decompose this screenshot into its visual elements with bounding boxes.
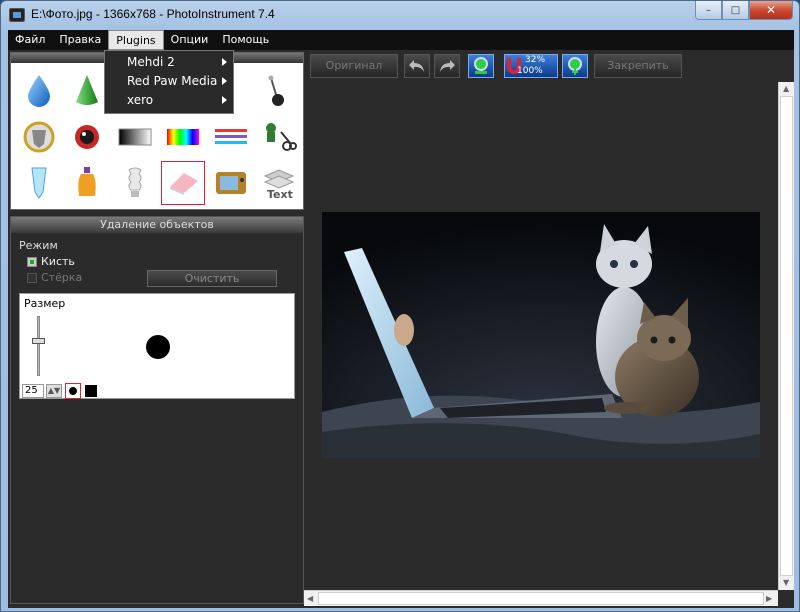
brush-label[interactable]: Кисть xyxy=(41,255,75,268)
text-tool-label: Text xyxy=(267,188,293,200)
scroll-up-icon[interactable]: ▲ xyxy=(783,84,789,93)
mode-label: Режим xyxy=(19,239,58,252)
size-value-input[interactable]: 25 xyxy=(22,384,44,398)
submenu-arrow-icon xyxy=(222,96,227,104)
window-controls: – □ ✕ xyxy=(695,1,793,20)
plugin-item-red-paw-media[interactable]: Red Paw Media xyxy=(105,72,233,91)
app-icon[interactable] xyxy=(9,8,25,22)
lens-icon[interactable] xyxy=(65,115,109,159)
bulb-icon[interactable] xyxy=(113,161,157,205)
client-area: Файл Правка Plugins Опции Помощь Mehdi 2… xyxy=(8,30,794,608)
close-button[interactable]: ✕ xyxy=(749,1,793,20)
square-brush-icon[interactable] xyxy=(85,385,97,397)
lines-icon[interactable] xyxy=(209,115,253,159)
tv-icon[interactable] xyxy=(209,161,253,205)
cone-icon[interactable] xyxy=(65,69,109,113)
horizontal-scroll-thumb[interactable] xyxy=(318,592,764,605)
redo-arrow-icon[interactable] xyxy=(434,54,460,78)
pin-button[interactable]: Закрепить xyxy=(594,54,682,78)
spectrum-icon[interactable] xyxy=(161,115,205,159)
zoom-readout[interactable]: 32% 100% xyxy=(504,54,558,78)
shield-icon[interactable] xyxy=(17,115,61,159)
scroll-right-icon[interactable]: ▶ xyxy=(766,594,772,603)
size-slider-handle[interactable] xyxy=(32,338,45,344)
size-slider-track[interactable] xyxy=(37,316,40,376)
brush-checkbox[interactable] xyxy=(27,257,37,267)
vertical-scroll-thumb[interactable] xyxy=(780,96,793,576)
title-bar[interactable]: E:\Фото.jpg - 1366x768 - PhotoInstrument… xyxy=(1,1,799,29)
scroll-left-icon[interactable]: ◀ xyxy=(307,594,313,603)
plugin-item-label: Mehdi 2 xyxy=(127,55,175,69)
window-title: E:\Фото.jpg - 1366x768 - PhotoInstrument… xyxy=(31,7,275,21)
image-canvas[interactable] xyxy=(304,82,778,590)
minimize-button[interactable]: – xyxy=(695,1,722,20)
text-layers-icon[interactable]: Text xyxy=(257,161,301,205)
gradient-icon[interactable] xyxy=(113,115,157,159)
brush-size-box: Размер 25 ▲▼ xyxy=(19,293,295,399)
tube-icon[interactable] xyxy=(17,161,61,205)
size-spinner[interactable]: ▲▼ xyxy=(46,384,62,398)
zoom-in-icon[interactable] xyxy=(562,54,588,78)
zoom-percent-bottom: 100% xyxy=(517,66,543,76)
plugin-item-xero[interactable]: xero xyxy=(105,91,233,110)
menu-file[interactable]: Файл xyxy=(8,30,52,50)
plugins-dropdown: Mehdi 2 Red Paw Media xero xyxy=(104,50,234,114)
round-brush-icon[interactable] xyxy=(65,383,81,399)
submenu-arrow-icon xyxy=(222,58,227,66)
app-window: E:\Фото.jpg - 1366x768 - PhotoInstrument… xyxy=(0,0,800,612)
vertical-scrollbar[interactable]: ▲ ▼ xyxy=(778,82,794,590)
bottle-icon[interactable] xyxy=(65,161,109,205)
zoom-percent-top: 32% xyxy=(525,55,546,65)
menu-bar: Файл Правка Plugins Опции Помощь xyxy=(8,30,794,50)
panel-title: Удаление объектов xyxy=(11,217,303,233)
photo-laptop-cats xyxy=(322,212,760,458)
menu-help[interactable]: Помощь xyxy=(215,30,276,50)
eraser-label[interactable]: Стёрка xyxy=(41,271,82,284)
object-removal-panel: Удаление объектов Режим Кисть Стёрка Очи… xyxy=(10,216,304,604)
submenu-arrow-icon xyxy=(222,77,227,85)
scissors-icon[interactable] xyxy=(257,115,301,159)
pin-icon[interactable] xyxy=(253,69,297,113)
horizontal-scrollbar[interactable]: ◀ ▶ xyxy=(304,590,778,606)
original-button[interactable]: Оригинал xyxy=(310,54,398,78)
menu-plugins[interactable]: Plugins xyxy=(108,30,164,50)
menu-edit[interactable]: Правка xyxy=(52,30,108,50)
brush-preview xyxy=(146,335,170,359)
zoom-fit-icon[interactable] xyxy=(468,54,494,78)
plugin-item-label: xero xyxy=(127,93,154,107)
menu-options[interactable]: Опции xyxy=(164,30,216,50)
maximize-button[interactable]: □ xyxy=(722,1,749,20)
size-label: Размер xyxy=(24,297,66,310)
drop-icon[interactable] xyxy=(17,69,61,113)
plugin-item-mehdi[interactable]: Mehdi 2 xyxy=(105,53,233,72)
eraser-checkbox[interactable] xyxy=(27,273,37,283)
scroll-down-icon[interactable]: ▼ xyxy=(783,578,789,587)
toolbar: Оригинал 32% 100% Закрепить xyxy=(308,52,794,82)
plugin-item-label: Red Paw Media xyxy=(127,74,218,88)
eraser-icon[interactable] xyxy=(161,161,205,205)
undo-arrow-icon[interactable] xyxy=(404,54,430,78)
clear-button[interactable]: Очистить xyxy=(147,270,277,287)
